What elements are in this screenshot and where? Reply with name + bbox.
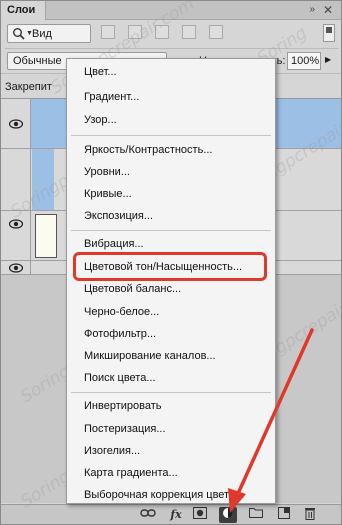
- eye-icon: [9, 119, 23, 129]
- menu-item-posterize[interactable]: Постеризация...: [67, 418, 275, 440]
- adjustment-layer-icon[interactable]: [219, 507, 237, 523]
- menu-item-brightness-contrast[interactable]: Яркость/Контрастность...: [67, 139, 275, 161]
- filter-kind-label: Вид: [32, 28, 52, 40]
- visibility-toggle[interactable]: [1, 99, 31, 148]
- layer-selection-strip: [32, 149, 54, 210]
- menu-item-black-white[interactable]: Черно-белое...: [67, 301, 275, 323]
- menu-item-pattern[interactable]: Узор...: [67, 109, 275, 131]
- close-icon[interactable]: ✕: [323, 3, 333, 17]
- menu-item-threshold[interactable]: Изогелия...: [67, 440, 275, 462]
- layers-bottom-toolbar: fx: [1, 504, 341, 524]
- menu-item-levels[interactable]: Уровни...: [67, 161, 275, 183]
- menu-item-color-fill[interactable]: Цвет...: [67, 61, 275, 83]
- panel-titlebar: Слои » ✕: [1, 1, 341, 20]
- highlight-box: [73, 252, 267, 281]
- type-filter-icon[interactable]: [155, 25, 170, 39]
- tab-layers[interactable]: Слои: [1, 1, 47, 20]
- trash-icon[interactable]: [301, 507, 319, 523]
- visibility-toggle[interactable]: [1, 211, 31, 260]
- menu-item-photo-filter[interactable]: Фотофильтр...: [67, 323, 275, 345]
- menu-item-curves[interactable]: Кривые...: [67, 183, 275, 205]
- smart-object-filter-icon[interactable]: [209, 25, 224, 39]
- fx-icon[interactable]: fx: [167, 507, 185, 523]
- visibility-toggle[interactable]: [1, 149, 31, 210]
- filter-kind-select[interactable]: ▼ Вид: [7, 24, 91, 43]
- menu-separator: [71, 230, 271, 231]
- menu-item-color-lookup[interactable]: Поиск цвета...: [67, 367, 275, 389]
- layer-thumbnail: [35, 214, 57, 258]
- opacity-input[interactable]: 100%: [287, 52, 321, 70]
- collapse-icon[interactable]: »: [309, 4, 315, 16]
- menu-separator: [71, 135, 271, 136]
- opacity-slider-toggle[interactable]: ▶: [325, 55, 331, 64]
- layer-mask-icon[interactable]: [191, 507, 209, 523]
- blend-mode-value: Обычные: [13, 55, 62, 67]
- eye-icon: [9, 219, 23, 229]
- lock-label: Закрепит: [5, 81, 52, 93]
- shape-filter-icon[interactable]: [182, 25, 197, 39]
- menu-item-selective-color[interactable]: Выборочная коррекция цвета...: [67, 484, 275, 506]
- new-layer-icon[interactable]: [275, 507, 293, 523]
- eye-icon: [9, 263, 23, 273]
- search-icon: [13, 28, 25, 40]
- link-layers-icon[interactable]: [139, 507, 157, 523]
- menu-item-channel-mixer[interactable]: Микширование каналов...: [67, 345, 275, 367]
- pixel-filter-icon[interactable]: [101, 25, 115, 39]
- menu-separator: [71, 392, 271, 393]
- filter-toggle[interactable]: [323, 24, 335, 42]
- menu-item-gradient[interactable]: Градиент...: [67, 86, 275, 108]
- menu-item-gradient-map[interactable]: Карта градиента...: [67, 462, 275, 484]
- folder-icon[interactable]: [247, 507, 265, 523]
- adjustment-menu: Цвет... Градиент... Узор... Яркость/Конт…: [66, 58, 276, 504]
- menu-item-exposure[interactable]: Экспозиция...: [67, 205, 275, 227]
- filter-row: ▼ Вид: [5, 23, 339, 45]
- adjustment-filter-icon[interactable]: [128, 25, 143, 39]
- menu-item-color-balance[interactable]: Цветовой баланс...: [67, 278, 275, 300]
- menu-item-invert[interactable]: Инвертировать: [67, 395, 275, 417]
- visibility-toggle[interactable]: [1, 261, 31, 274]
- filter-type-icons[interactable]: [101, 25, 311, 41]
